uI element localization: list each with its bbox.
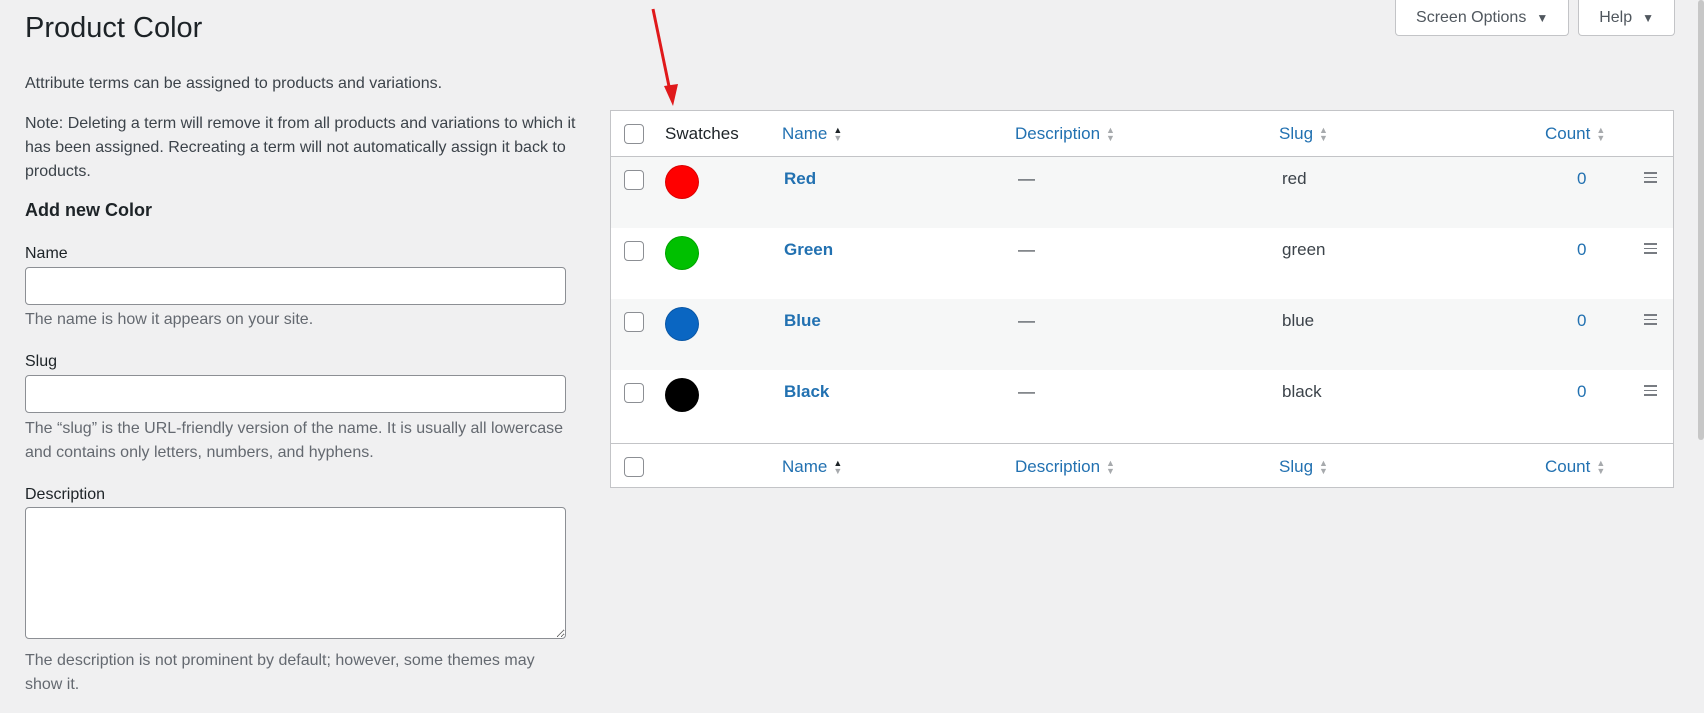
page-title: Product Color — [25, 12, 203, 44]
drag-handle-icon[interactable] — [1644, 169, 1657, 186]
drag-handle-icon[interactable] — [1644, 382, 1657, 399]
screen-options-label: Screen Options — [1416, 8, 1527, 26]
slug-column-header[interactable]: Slug ▲ ▼ — [1279, 124, 1328, 144]
term-description: — — [1018, 240, 1035, 259]
term-slug: green — [1282, 240, 1326, 259]
description-footer-label: Description — [1015, 457, 1101, 476]
slug-help: The “slug” is the URL-friendly version o… — [25, 420, 563, 461]
name-input[interactable] — [25, 267, 566, 305]
term-name-link[interactable]: Blue — [784, 311, 821, 331]
term-count-link[interactable]: 0 — [1577, 240, 1586, 260]
sort-icon: ▲ ▼ — [1319, 125, 1328, 143]
slug-header-label: Slug — [1279, 124, 1314, 143]
note-text: Note: Deleting a term will remove it fro… — [25, 115, 576, 180]
table-row: Green — green 0 — [611, 228, 1673, 299]
description-column-footer[interactable]: Description ▲ ▼ — [1015, 457, 1115, 477]
window-scrollbar[interactable] — [1698, 0, 1704, 440]
term-count-link[interactable]: 0 — [1577, 311, 1586, 331]
color-swatch — [665, 236, 699, 270]
table-footer: Name ▲ ▼ Description ▲ ▼ Slug ▲ ▼ Count ▲ ▼ — [611, 443, 1673, 489]
select-all-checkbox[interactable] — [624, 124, 644, 144]
sort-icon: ▲ ▼ — [1106, 458, 1115, 476]
name-help: The name is how it appears on your site. — [25, 311, 314, 328]
term-slug: black — [1282, 382, 1322, 401]
term-name-link[interactable]: Red — [784, 169, 816, 189]
description-help: The description is not prominent by defa… — [25, 652, 535, 693]
color-swatch — [665, 307, 699, 341]
terms-table: Swatches Name ▲ ▼ Description ▲ ▼ Slug ▲ ▼ … — [610, 110, 1674, 488]
name-header-label: Name — [782, 124, 828, 143]
sort-asc-icon: ▲ ▼ — [833, 458, 843, 476]
drag-handle-icon[interactable] — [1644, 311, 1657, 328]
term-name-link[interactable]: Green — [784, 240, 833, 260]
row-checkbox[interactable] — [624, 312, 644, 332]
term-count-link[interactable]: 0 — [1577, 169, 1586, 189]
swatches-header: Swatches — [665, 124, 739, 143]
table-row: Blue — blue 0 — [611, 299, 1673, 370]
term-name-link[interactable]: Black — [784, 382, 829, 402]
sort-icon: ▲ ▼ — [1596, 458, 1606, 476]
help-button[interactable]: Help ▼ — [1578, 0, 1675, 36]
screen-meta-links: Screen Options ▼ Help ▼ — [1395, 0, 1675, 36]
name-footer-label: Name — [782, 457, 828, 476]
row-checkbox[interactable] — [624, 170, 644, 190]
caret-down-icon: ▼ — [1536, 10, 1549, 25]
color-swatch — [665, 378, 699, 412]
select-all-checkbox-footer[interactable] — [624, 457, 644, 477]
row-checkbox[interactable] — [624, 383, 644, 403]
add-new-title: Add new Color — [25, 200, 152, 220]
row-checkbox[interactable] — [624, 241, 644, 261]
count-footer-label: Count — [1545, 457, 1591, 476]
count-column-header[interactable]: Count ▲ ▼ — [1545, 124, 1605, 144]
term-description: — — [1018, 169, 1035, 188]
name-column-header[interactable]: Name ▲ ▼ — [782, 124, 842, 144]
drag-handle-icon[interactable] — [1644, 240, 1657, 257]
description-header-label: Description — [1015, 124, 1101, 143]
slug-footer-label: Slug — [1279, 457, 1314, 476]
caret-down-icon: ▼ — [1642, 10, 1654, 25]
description-label: Description — [25, 486, 106, 503]
help-label: Help — [1599, 8, 1633, 26]
sort-icon: ▲ ▼ — [1596, 125, 1606, 143]
table-header: Swatches Name ▲ ▼ Description ▲ ▼ Slug ▲ ▼ … — [611, 111, 1673, 157]
sort-asc-icon: ▲ ▼ — [833, 125, 843, 143]
term-slug: blue — [1282, 311, 1315, 330]
slug-column-footer[interactable]: Slug ▲ ▼ — [1279, 457, 1328, 477]
term-count-link[interactable]: 0 — [1577, 382, 1586, 402]
table-row: Black — black 0 — [611, 370, 1673, 441]
sort-icon: ▲ ▼ — [1319, 458, 1328, 476]
name-column-footer[interactable]: Name ▲ ▼ — [782, 457, 842, 477]
count-header-label: Count — [1545, 124, 1591, 143]
sort-icon: ▲ ▼ — [1106, 125, 1115, 143]
slug-input[interactable] — [25, 375, 566, 413]
intro-text: Attribute terms can be assigned to produ… — [25, 75, 443, 92]
term-description: — — [1018, 311, 1035, 330]
description-textarea[interactable] — [25, 507, 566, 639]
table-row: Red — red 0 — [611, 157, 1673, 228]
term-description: — — [1018, 382, 1035, 401]
description-column-header[interactable]: Description ▲ ▼ — [1015, 124, 1115, 144]
color-swatch — [665, 165, 699, 199]
screen-options-button[interactable]: Screen Options ▼ — [1395, 0, 1570, 36]
name-label: Name — [25, 245, 68, 262]
count-column-footer[interactable]: Count ▲ ▼ — [1545, 457, 1605, 477]
slug-label: Slug — [25, 353, 58, 370]
term-slug: red — [1282, 169, 1307, 188]
